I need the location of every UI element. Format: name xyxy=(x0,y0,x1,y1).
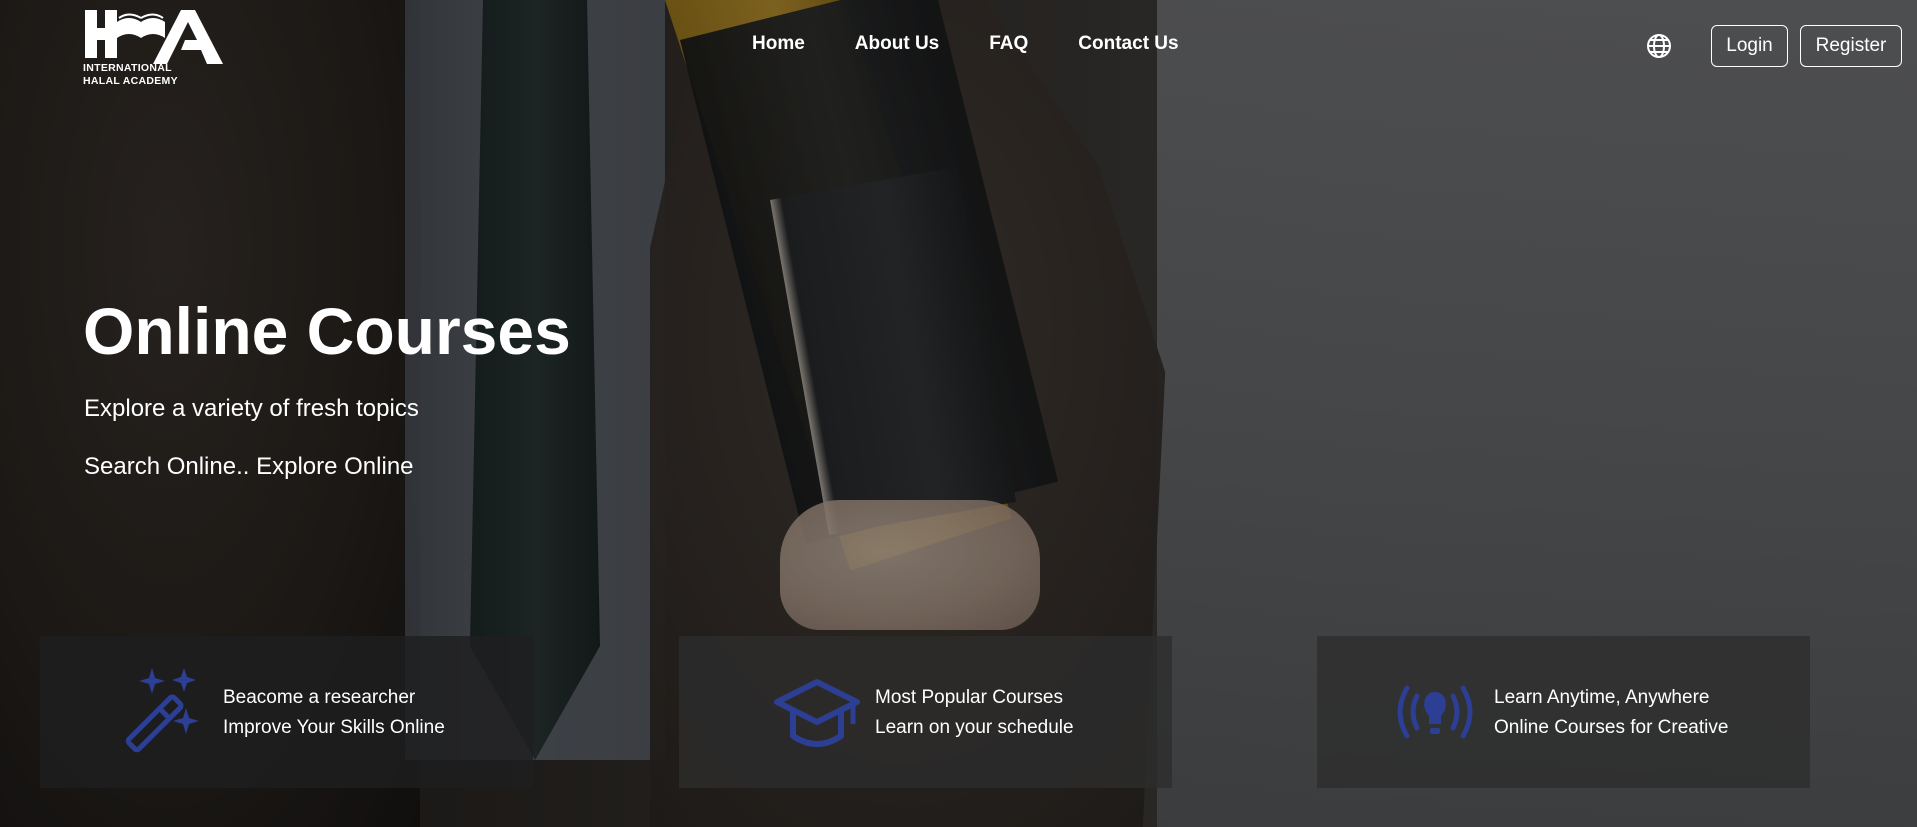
ha-book-logo-icon xyxy=(85,10,223,64)
feature-title: Learn Anytime, Anywhere xyxy=(1494,687,1710,708)
logo-line-1: INTERNATIONAL xyxy=(83,62,172,74)
main-nav: Home About Us FAQ Contact Us xyxy=(752,33,1229,55)
register-button[interactable]: Register xyxy=(1800,25,1902,67)
nav-contact-us[interactable]: Contact Us xyxy=(1078,33,1178,55)
site-header: INTERNATIONAL HALAL ACADEMY Home About U… xyxy=(0,0,1917,95)
feature-title: Beacome a researcher xyxy=(223,687,416,708)
login-button[interactable]: Login xyxy=(1711,25,1788,67)
nav-about-us[interactable]: About Us xyxy=(855,33,939,55)
page: INTERNATIONAL HALAL ACADEMY Home About U… xyxy=(0,0,1917,827)
magic-wand-sparkles-icon xyxy=(122,666,206,760)
feature-text-popular-courses: Most Popular Courses Learn on your sched… xyxy=(875,683,1074,743)
feature-subtitle: Learn on your schedule xyxy=(875,717,1074,738)
feature-card-learn-anytime: Learn Anytime, Anywhere Online Courses f… xyxy=(1317,636,1810,788)
globe-icon[interactable] xyxy=(1646,33,1672,59)
logo-line-2: HALAL ACADEMY xyxy=(83,75,178,87)
broadcast-lightbulb-icon xyxy=(1393,682,1477,748)
feature-subtitle: Improve Your Skills Online xyxy=(223,717,445,738)
feature-text-learn-anytime: Learn Anytime, Anywhere Online Courses f… xyxy=(1494,683,1728,743)
feature-card-researcher: Beacome a researcher Improve Your Skills… xyxy=(40,636,533,788)
graduation-cap-icon xyxy=(773,676,861,756)
feature-card-popular-courses: Most Popular Courses Learn on your sched… xyxy=(679,636,1172,788)
hero-subtitle-1: Explore a variety of fresh topics xyxy=(84,395,419,422)
nav-home[interactable]: Home xyxy=(752,33,805,55)
feature-text-researcher: Beacome a researcher Improve Your Skills… xyxy=(223,683,445,743)
nav-faq[interactable]: FAQ xyxy=(989,33,1028,55)
hero-subtitle-2: Search Online.. Explore Online xyxy=(84,453,414,480)
feature-title: Most Popular Courses xyxy=(875,687,1063,708)
feature-subtitle: Online Courses for Creative xyxy=(1494,717,1729,738)
site-logo[interactable]: INTERNATIONAL HALAL ACADEMY xyxy=(83,8,228,88)
hero-title: Online Courses xyxy=(83,294,571,368)
